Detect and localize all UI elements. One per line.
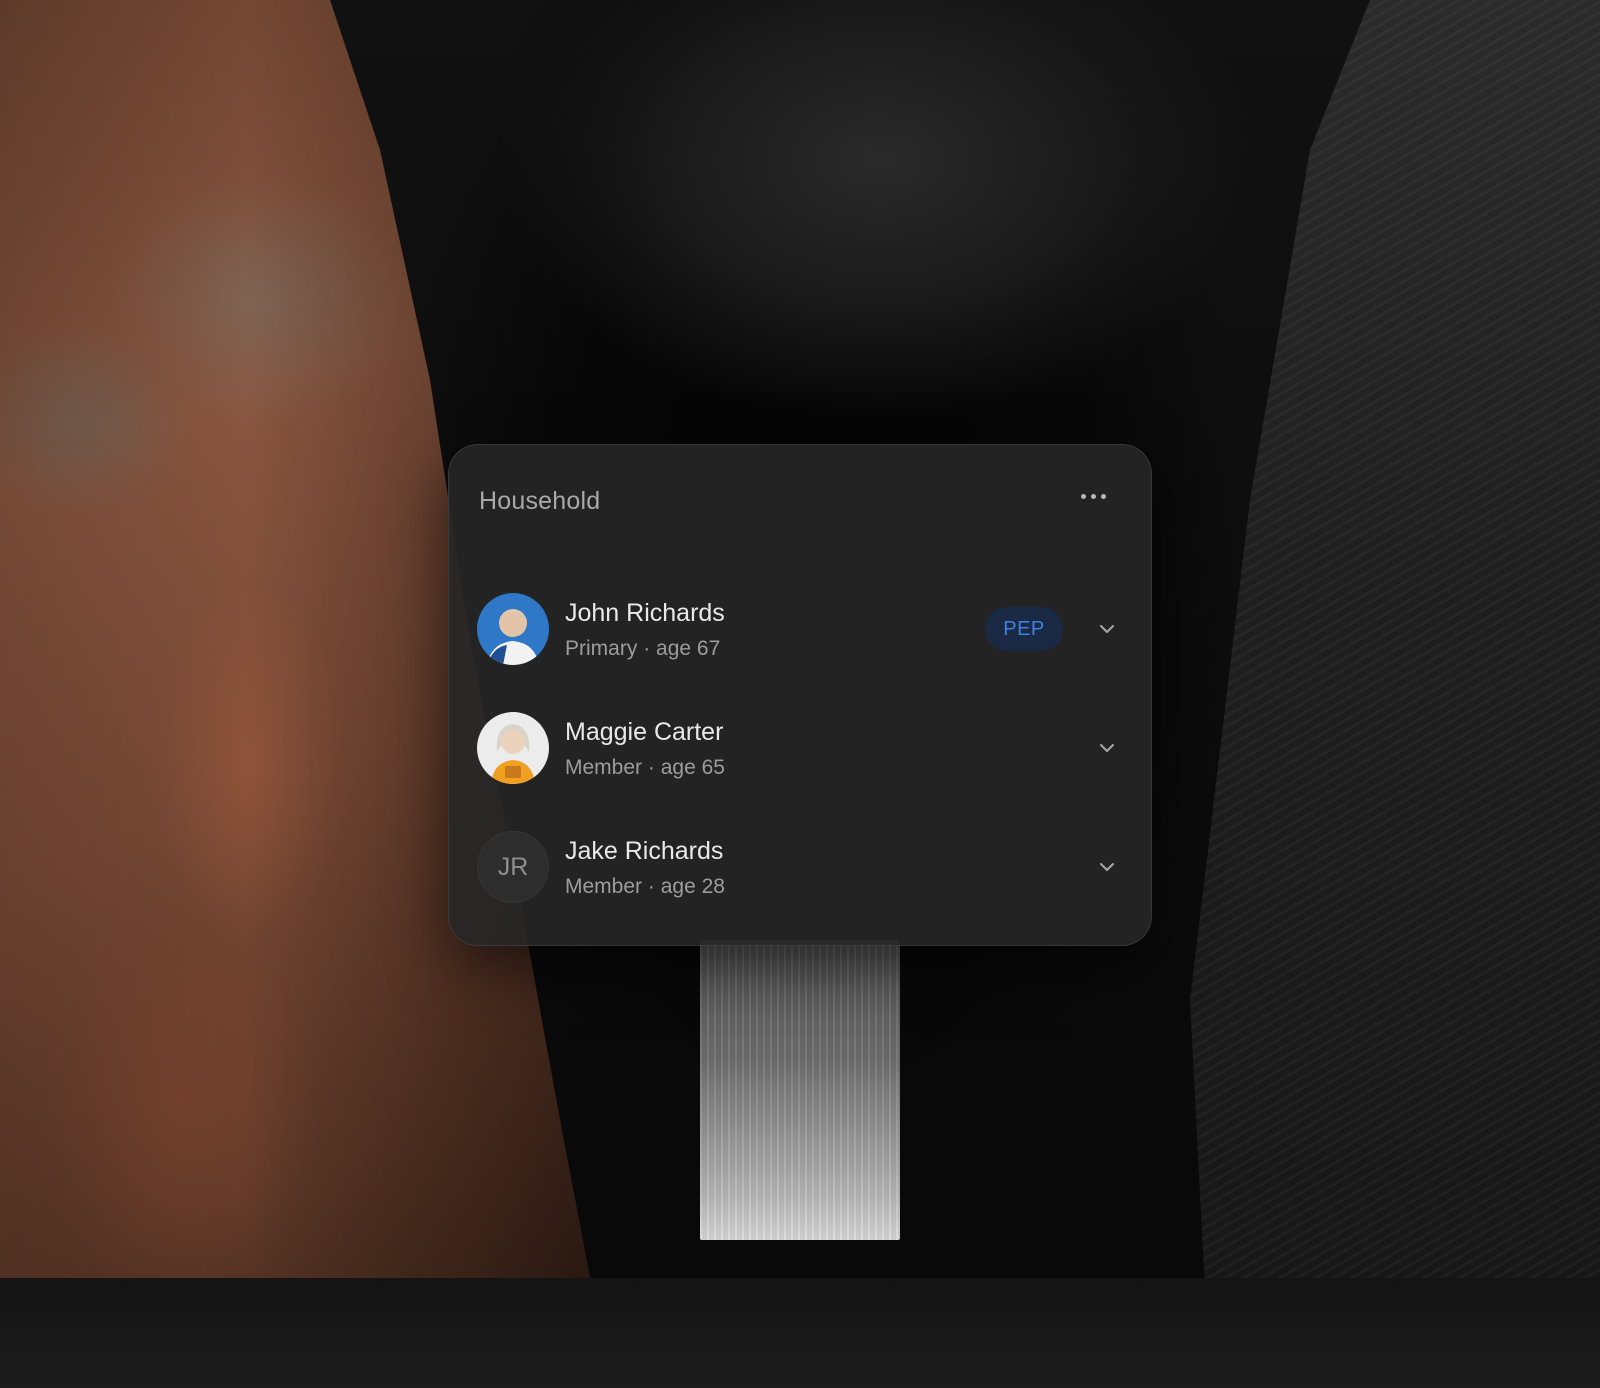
- member-details: Member · age 28: [565, 875, 725, 898]
- member-name: John Richards: [565, 599, 725, 627]
- member-row-jake-richards[interactable]: JR Jake Richards Member · age 28: [477, 831, 1125, 921]
- background-waterfall-streaks: [700, 940, 900, 1240]
- background-rock-overhang: [360, 0, 1260, 460]
- avatar: [477, 712, 549, 784]
- member-name: Jake Richards: [565, 837, 724, 865]
- avatar: [477, 593, 549, 665]
- pep-badge: PEP: [985, 607, 1063, 651]
- chevron-down-icon[interactable]: [1095, 617, 1119, 641]
- member-row-maggie-carter[interactable]: Maggie Carter Member · age 65: [477, 712, 1125, 802]
- chevron-down-icon[interactable]: [1095, 855, 1119, 879]
- more-horizontal-icon: [1080, 493, 1086, 499]
- desktop-background: Household John Richards Primary · age 67…: [0, 0, 1600, 1388]
- avatar-initials: JR: [477, 831, 549, 903]
- member-details: Primary · age 67: [565, 637, 721, 660]
- household-card: Household John Richards Primary · age 67…: [448, 444, 1152, 946]
- member-row-john-richards[interactable]: John Richards Primary · age 67 PEP: [477, 593, 1125, 683]
- member-details: Member · age 65: [565, 756, 725, 779]
- background-black-sand: [0, 1278, 1600, 1388]
- member-name: Maggie Carter: [565, 718, 724, 746]
- card-title: Household: [479, 487, 601, 515]
- chevron-down-icon[interactable]: [1095, 736, 1119, 760]
- more-options-button[interactable]: [1071, 481, 1115, 511]
